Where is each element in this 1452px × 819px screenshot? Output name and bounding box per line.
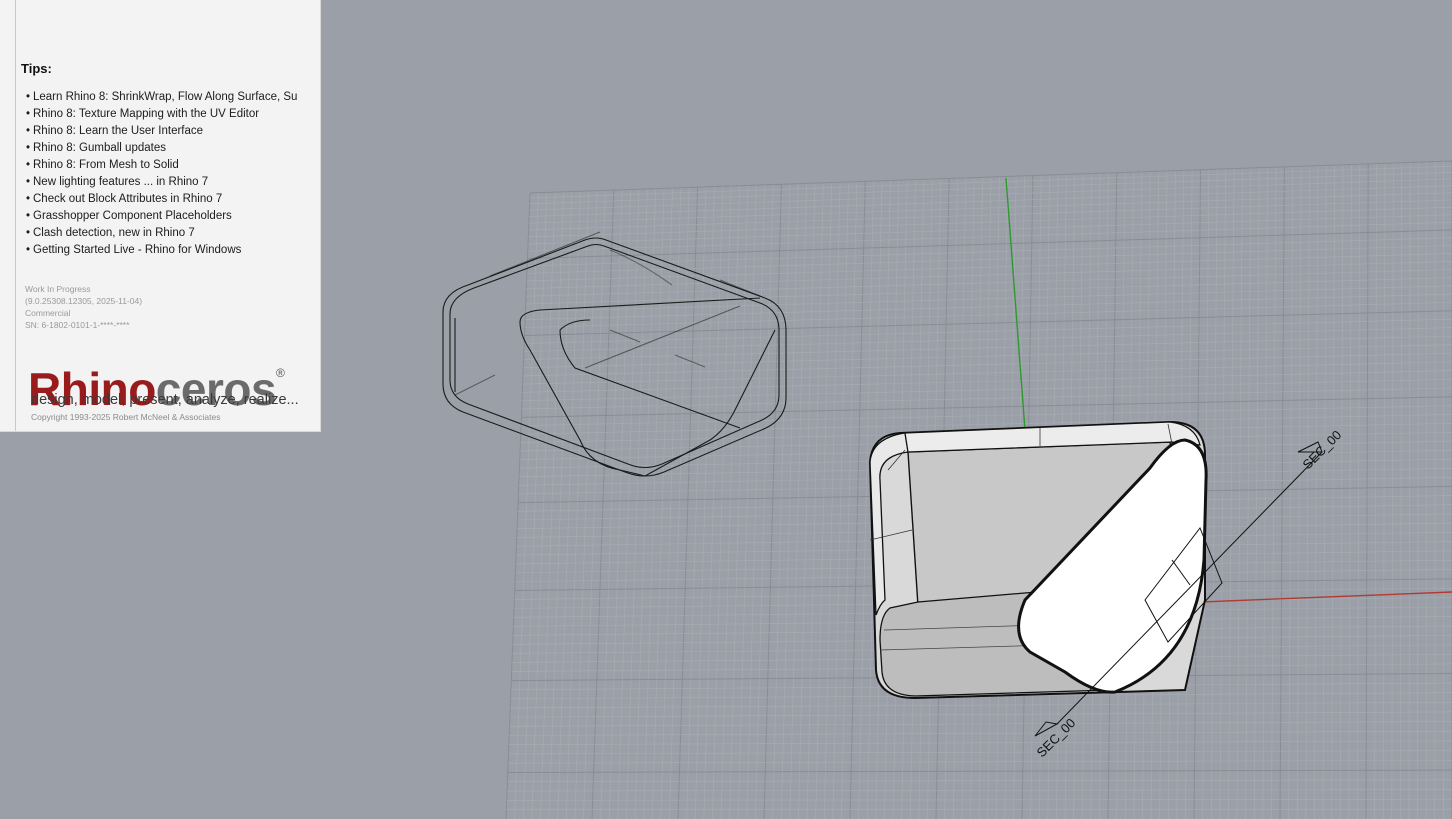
tip-link[interactable]: Grasshopper Component Placeholders (33, 210, 232, 222)
tip-link[interactable]: Rhino 8: Learn the User Interface (33, 125, 203, 137)
list-item[interactable]: • Learn Rhino 8: ShrinkWrap, Flow Along S… (26, 89, 310, 106)
shaded-object[interactable] (868, 420, 1223, 700)
tip-link[interactable]: Rhino 8: From Mesh to Solid (33, 159, 179, 171)
tip-link[interactable]: Check out Block Attributes in Rhino 7 (33, 193, 222, 205)
splash-panel[interactable]: Tips: • Learn Rhino 8: ShrinkWrap, Flow A… (0, 0, 320, 431)
tip-link[interactable]: New lighting features ... in Rhino 7 (33, 176, 208, 188)
bullet-icon: • (26, 193, 31, 205)
tip-link[interactable]: Learn Rhino 8: ShrinkWrap, Flow Along Su… (33, 91, 297, 103)
bullet-icon: • (26, 142, 31, 154)
tips-list: • Learn Rhino 8: ShrinkWrap, Flow Along S… (26, 89, 310, 259)
list-item[interactable]: • Clash detection, new in Rhino 7 (26, 225, 310, 242)
bullet-icon: • (26, 210, 31, 222)
bullet-icon: • (26, 159, 31, 171)
list-item[interactable]: • Rhino 8: From Mesh to Solid (26, 157, 310, 174)
registered-mark: ® (276, 366, 285, 380)
tip-link[interactable]: Rhino 8: Texture Mapping with the UV Edi… (33, 108, 259, 120)
list-item[interactable]: • New lighting features ... in Rhino 7 (26, 174, 310, 191)
list-item[interactable]: • Rhino 8: Learn the User Interface (26, 123, 310, 140)
version-build: (9.0.25308.12305, 2025-11-04) (25, 296, 143, 306)
license-type: Commercial (25, 308, 71, 318)
bullet-icon: • (26, 125, 31, 137)
version-info: Work In Progress (9.0.25308.12305, 2025-… (25, 283, 142, 331)
bullet-icon: • (26, 227, 31, 239)
list-item[interactable]: • Rhino 8: Gumball updates (26, 140, 310, 157)
bullet-icon: • (26, 91, 31, 103)
tip-link[interactable]: Rhino 8: Gumball updates (33, 142, 166, 154)
slogan: design, model, present, analyze, realize… (31, 392, 299, 408)
splash-divider (15, 0, 16, 431)
bullet-icon: • (26, 176, 31, 188)
serial-number: SN: 6-1802-0101-1-****-**** (25, 320, 130, 330)
version-status: Work In Progress (25, 284, 91, 294)
bullet-icon: • (26, 244, 31, 256)
bullet-icon: • (26, 108, 31, 120)
list-item[interactable]: • Getting Started Live - Rhino for Window… (26, 242, 310, 259)
tips-heading: Tips: (21, 61, 52, 76)
copyright: Copyright 1993-2025 Robert McNeel & Asso… (31, 412, 221, 422)
tip-link[interactable]: Getting Started Live - Rhino for Windows (33, 244, 241, 256)
list-item[interactable]: • Check out Block Attributes in Rhino 7 (26, 191, 310, 208)
list-item[interactable]: • Rhino 8: Texture Mapping with the UV Ed… (26, 106, 310, 123)
list-item[interactable]: • Grasshopper Component Placeholders (26, 208, 310, 225)
tip-link[interactable]: Clash detection, new in Rhino 7 (33, 227, 195, 239)
